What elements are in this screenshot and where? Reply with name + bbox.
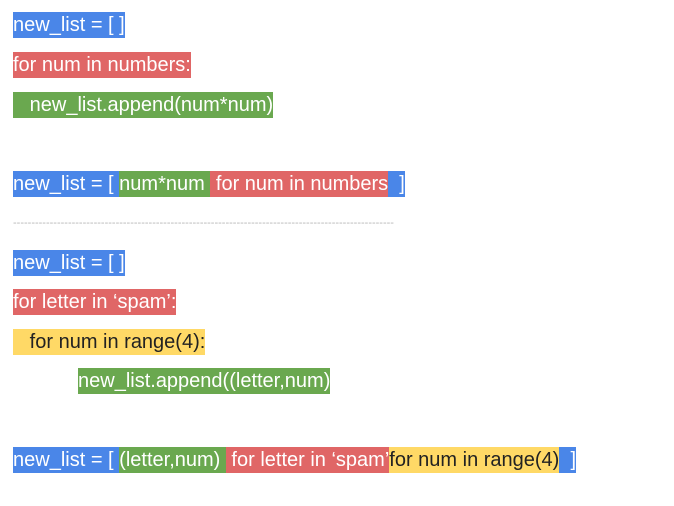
comprehension-inner-for-segment: for num in range(4) — [389, 447, 560, 473]
outer-for-loop-segment: for letter in ‘spam’: — [13, 289, 177, 315]
comprehension-open-segment: new_list = [ — [13, 171, 120, 197]
list-init-segment: new_list = [ ] — [13, 250, 125, 276]
code-line-init-2: new_list = [ ] — [13, 250, 125, 276]
append-segment: new_list.append(num*num) — [13, 92, 274, 118]
comprehension-expression-segment: (letter,num) — [119, 447, 226, 473]
section-divider: ----------------------------------------… — [13, 217, 394, 229]
code-line-comprehension-2: new_list = [ (letter,num) for letter in … — [13, 447, 577, 473]
code-line-outer-loop-2: for letter in ‘spam’: — [13, 289, 177, 315]
code-line-init-1: new_list = [ ] — [13, 12, 125, 38]
code-line-for-loop-1: for num in numbers: — [13, 52, 191, 78]
code-line-inner-loop-2: for num in range(4): — [13, 329, 206, 355]
for-loop-segment: for num in numbers: — [13, 52, 191, 78]
comprehension-close-segment: ] — [388, 171, 405, 197]
comprehension-outer-for-segment: for letter in ‘spam’ — [225, 447, 390, 473]
code-line-append-2: new_list.append((letter,num) — [78, 368, 331, 394]
code-line-comprehension-1: new_list = [ num*num for num in numbers … — [13, 171, 405, 197]
comprehension-for-segment: for num in numbers — [210, 171, 389, 197]
inner-for-loop-segment: for num in range(4): — [13, 329, 206, 355]
comprehension-close-segment: ] — [559, 447, 577, 473]
comprehension-expression-segment: num*num — [119, 171, 211, 197]
append-segment: new_list.append((letter,num) — [78, 368, 331, 394]
comprehension-open-segment: new_list = [ — [13, 447, 120, 473]
code-line-append-1: new_list.append(num*num) — [13, 92, 274, 118]
list-init-segment: new_list = [ ] — [13, 12, 125, 38]
